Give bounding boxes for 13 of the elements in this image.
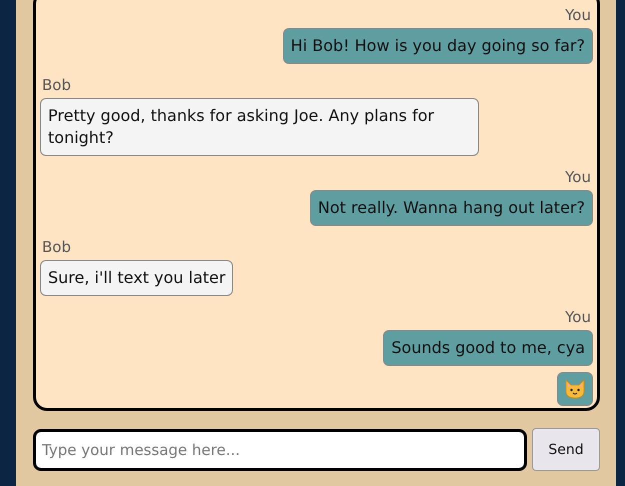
cat-face-icon (564, 379, 586, 399)
message-bubble: Pretty good, thanks for asking Joe. Any plans for tonight? (40, 98, 479, 156)
send-button[interactable]: Send (532, 428, 600, 471)
sender-name: You (565, 168, 591, 186)
sender-name: Bob (42, 238, 71, 256)
message-bubble: Hi Bob! How is you day going so far? (282, 28, 593, 64)
sender-name: You (565, 308, 591, 326)
sender-name: Bob (42, 76, 71, 94)
message-bubble: Sure, i'll text you later (40, 260, 234, 296)
message-bubble: Sounds good to me, cya (383, 330, 593, 366)
sender-name: You (565, 6, 591, 24)
message-bubble: Not really. Wanna hang out later? (310, 190, 593, 226)
message-input[interactable]: Type your message here... (33, 428, 527, 470)
